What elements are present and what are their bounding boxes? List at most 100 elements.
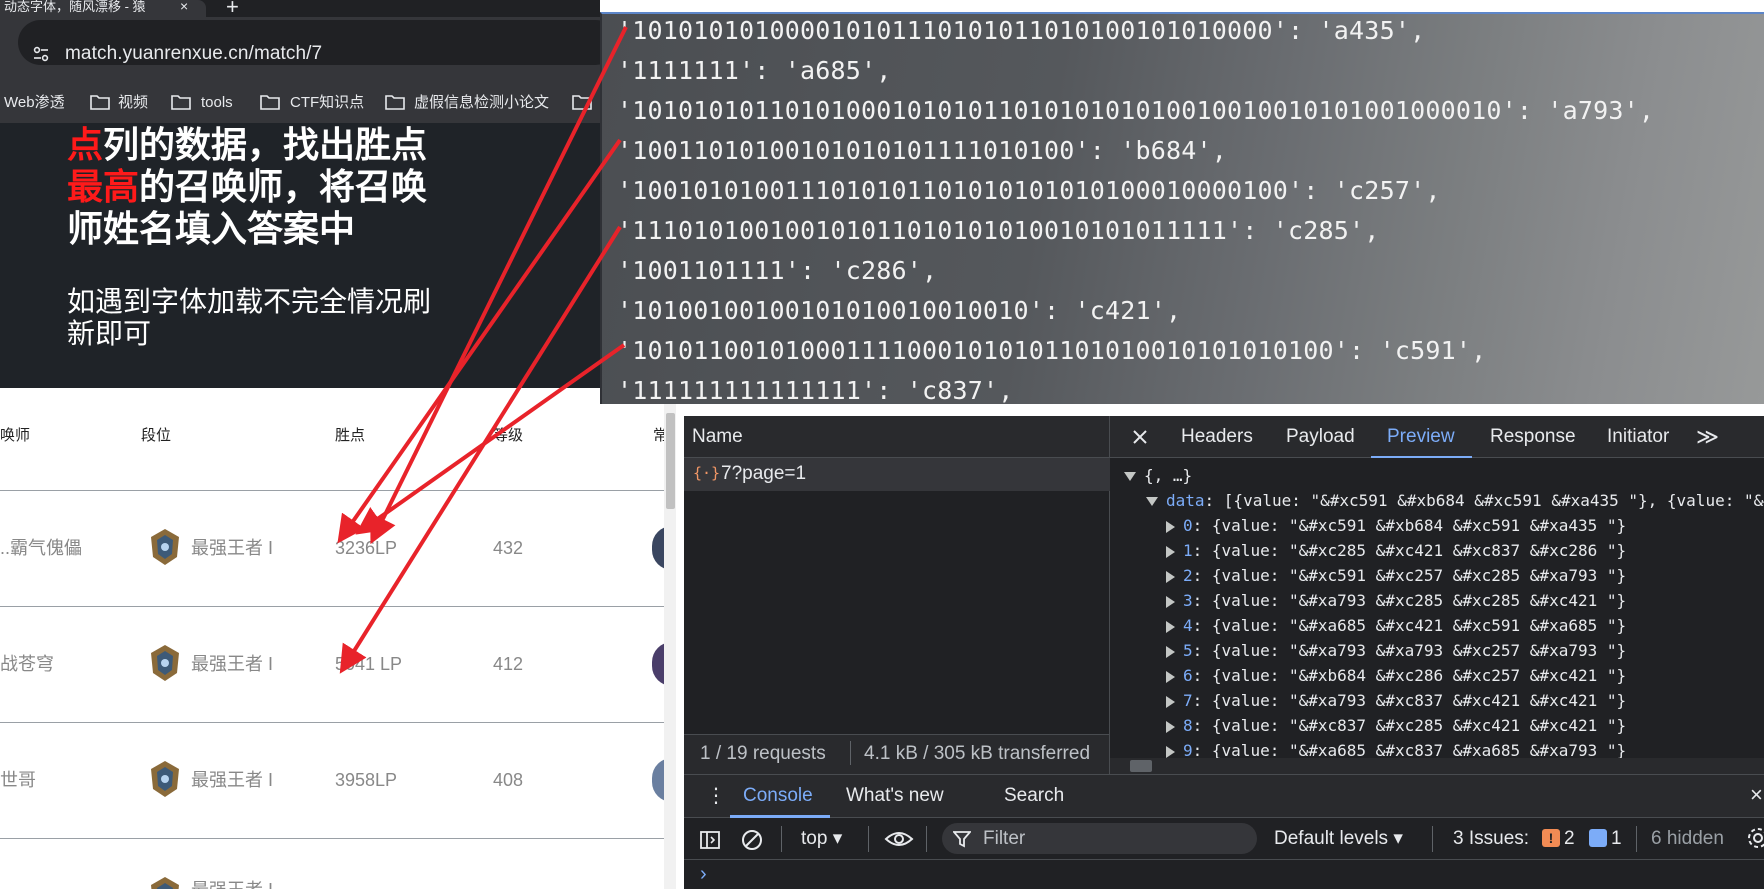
mapping-line: '101010101000010101110101011010100101010… — [617, 16, 1426, 45]
preview-horizontal-scrollbar[interactable] — [1110, 758, 1764, 774]
mapping-line: '1001101111': 'c286', — [617, 256, 938, 285]
rank-label: 最强王者 I — [191, 770, 274, 790]
preview-scrollbar-thumb[interactable] — [1130, 760, 1152, 772]
tab-response[interactable]: Response — [1490, 425, 1576, 449]
drawer-close-icon[interactable]: × — [1750, 784, 1763, 806]
screenshot: 动态字体，随风漂移 - 猿 × + match.yuanrenxue.cn/ma… — [0, 0, 1764, 889]
close-icon[interactable] — [1131, 428, 1149, 446]
network-name-column-header[interactable] — [684, 416, 1110, 458]
collapse-triangle-icon[interactable] — [1166, 620, 1175, 633]
drawer-tab-whats-new[interactable]: What's new — [846, 784, 944, 808]
filter-icon — [953, 831, 971, 848]
gear-icon[interactable] — [1746, 826, 1764, 850]
challenger-rank-icon — [151, 761, 179, 797]
tab-payload[interactable]: Payload — [1286, 425, 1355, 449]
collapse-triangle-icon[interactable] — [1166, 720, 1175, 733]
bookmark-ctf[interactable]: CTF知识点 — [290, 93, 364, 113]
challenger-rank-icon — [151, 645, 179, 681]
eye-icon[interactable] — [884, 829, 914, 849]
collapse-triangle-icon[interactable] — [1166, 520, 1175, 533]
preview-root-node[interactable]: {, …} — [1124, 464, 1192, 488]
folder-icon — [385, 95, 405, 110]
col-header-points: 胜点 — [335, 427, 366, 444]
preview-item[interactable]: 8: {value: "&#xc837 &#xc285 &#xc421 &#xc… — [1166, 714, 1626, 738]
toolbar-divider — [1636, 826, 1637, 852]
tab-close-icon[interactable]: × — [180, 0, 188, 13]
tab-initiator[interactable]: Initiator — [1607, 425, 1669, 449]
points-value: 3958LP — [335, 770, 398, 790]
drawer-tab-search[interactable]: Search — [1004, 784, 1064, 808]
summoner-name: 世哥 — [0, 770, 36, 790]
collapse-triangle-icon[interactable] — [1166, 670, 1175, 683]
folder-icon — [171, 95, 191, 110]
preview-item[interactable]: 9: {value: "&#xa685 &#xc837 &#xa685 &#xa… — [1166, 739, 1626, 758]
collapse-triangle-icon[interactable] — [1166, 570, 1175, 583]
folder-icon — [572, 95, 592, 110]
preview-item[interactable]: 7: {value: "&#xa793 &#xc837 &#xc421 &#xc… — [1166, 689, 1626, 713]
collapse-triangle-icon[interactable] — [1166, 595, 1175, 608]
preview-item[interactable]: 2: {value: "&#xc591 &#xc257 &#xc285 &#xa… — [1166, 564, 1626, 588]
preview-item[interactable]: 4: {value: "&#xa685 &#xc421 &#xc591 &#xa… — [1166, 614, 1626, 638]
bookmark-tools[interactable]: tools — [201, 93, 233, 113]
new-tab-icon[interactable]: + — [226, 0, 239, 18]
summoner-name: 战苍穹 — [0, 654, 54, 674]
expand-triangle-icon[interactable] — [1124, 472, 1136, 481]
row-divider — [0, 838, 666, 839]
collapse-triangle-icon[interactable] — [1166, 745, 1175, 758]
request-count: 1 / 19 requests — [700, 743, 826, 764]
mapping-line: '100101010011101010110101010101010001000… — [617, 176, 1441, 205]
bookmark-web[interactable]: Web渗透 — [4, 93, 65, 113]
preview-item[interactable]: 3: {value: "&#xa793 &#xc285 &#xc285 &#xc… — [1166, 589, 1626, 613]
bookmark-paper[interactable]: 虚假信息检测小论文 — [414, 93, 549, 113]
level-value: 408 — [493, 770, 524, 790]
preview-item[interactable]: 6: {value: "&#xb684 &#xc286 &#xc257 &#xc… — [1166, 664, 1626, 688]
url-text[interactable]: match.yuanrenxue.cn/match/7 — [65, 42, 322, 66]
preview-item[interactable]: 1: {value: "&#xc285 &#xc421 &#xc837 &#xc… — [1166, 539, 1626, 563]
rank-label: 最强王者 I — [191, 538, 274, 558]
col-header-summoner: 唤师 — [0, 427, 31, 444]
rank-label: 最强王者 I — [191, 654, 274, 674]
summoner-name: ... — [0, 879, 15, 889]
info-issue-count[interactable]: 1 — [1611, 827, 1622, 851]
clear-console-icon[interactable] — [740, 828, 764, 852]
issues-label[interactable]: 3 Issues: — [1453, 827, 1529, 851]
instruction-line-1: 点列的数据，找出胜点 — [67, 124, 428, 165]
instruction-line-2: 最高的召唤师，将召唤 — [67, 166, 428, 207]
collapse-triangle-icon[interactable] — [1166, 695, 1175, 708]
toolbar-divider — [868, 826, 869, 852]
row-divider — [0, 722, 666, 723]
collapse-triangle-icon[interactable] — [1166, 645, 1175, 658]
collapse-triangle-icon[interactable] — [1166, 545, 1175, 558]
mapping-line: '111010100100101011010101010010101011111… — [617, 216, 1380, 245]
mapping-line: '10011010100101010101111010100': 'b684', — [617, 136, 1228, 165]
filter-placeholder: Filter — [983, 828, 1026, 849]
toolbar-divider — [926, 826, 927, 852]
page-scrollbar-thumb[interactable] — [666, 413, 675, 509]
instruction-line-3: 师姓名填入答案中 — [67, 208, 356, 249]
toolbar-divider — [1432, 826, 1433, 852]
col-header-rank: 段位 — [141, 427, 172, 444]
sidebar-toggle-icon[interactable] — [699, 829, 721, 851]
drawer-menu-icon[interactable]: ⋮ — [706, 786, 726, 806]
tab-preview[interactable]: Preview — [1387, 425, 1455, 449]
warning-issue-count[interactable]: 2 — [1564, 827, 1575, 851]
console-input[interactable] — [684, 860, 1764, 889]
browser-tab[interactable]: 动态字体，随风漂移 - 猿 — [0, 0, 206, 17]
site-info-icon[interactable] — [32, 45, 50, 63]
preview-data-node[interactable]: data: [{value: "&#xc591 &#xb684 &#xc591 … — [1146, 489, 1764, 513]
more-tabs-icon[interactable]: ≫ — [1696, 426, 1719, 448]
col-header-level: 等级 — [493, 427, 524, 444]
bookmark-video[interactable]: 视频 — [118, 93, 148, 113]
info-issue-icon[interactable] — [1589, 829, 1607, 847]
log-levels-dropdown[interactable]: Default levels ▾ — [1274, 827, 1403, 851]
expand-triangle-icon[interactable] — [1146, 497, 1158, 506]
preview-item[interactable]: 0: {value: "&#xc591 &#xb684 &#xc591 &#xa… — [1166, 514, 1626, 538]
drawer-tab-console[interactable]: Console — [743, 784, 813, 808]
row-divider — [0, 490, 666, 491]
level-value: 432 — [493, 538, 524, 558]
request-name[interactable]: 7?page=1 — [721, 462, 806, 486]
warning-issue-icon[interactable]: ! — [1542, 829, 1560, 847]
context-selector[interactable]: top ▾ — [801, 827, 842, 851]
tab-headers[interactable]: Headers — [1181, 425, 1253, 449]
preview-item[interactable]: 5: {value: "&#xa793 &#xa793 &#xc257 &#xa… — [1166, 639, 1626, 663]
